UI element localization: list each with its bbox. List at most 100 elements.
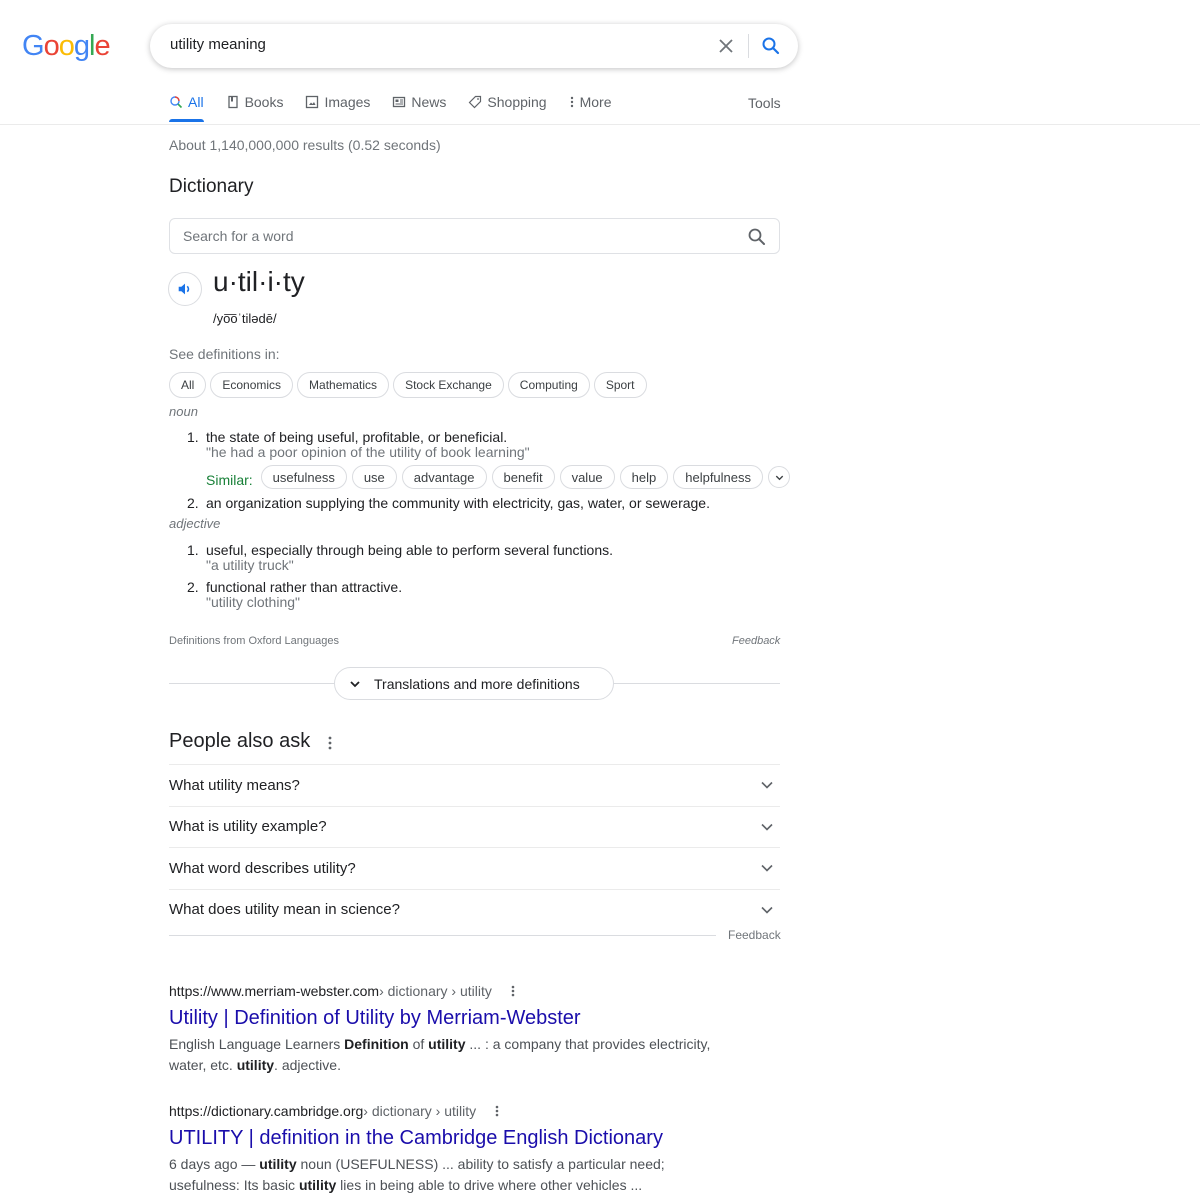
similar-expand-button[interactable] bbox=[768, 466, 791, 488]
definition-number: 2. bbox=[187, 579, 199, 595]
question-text: What is utility example? bbox=[169, 818, 327, 836]
snippet-text: English Language Learners bbox=[169, 1036, 345, 1052]
people-also-ask-list: What utility means? What is utility exam… bbox=[169, 764, 780, 930]
result-stats: About 1,140,000,000 results (0.52 second… bbox=[169, 137, 441, 153]
header-divider bbox=[0, 124, 1200, 125]
question-text: What word describes utility? bbox=[169, 859, 356, 877]
search-icon[interactable] bbox=[747, 227, 767, 247]
part-of-speech-adjective: adjective bbox=[169, 516, 221, 531]
domain-chips: All Economics Mathematics Stock Exchange… bbox=[169, 372, 647, 398]
similar-words: Similar: usefulness use advantage benefi… bbox=[206, 465, 791, 489]
image-icon bbox=[306, 95, 319, 109]
domain-chip-sport[interactable]: Sport bbox=[593, 372, 647, 398]
definition-number: 1. bbox=[187, 542, 199, 558]
similar-chip[interactable]: value bbox=[559, 465, 615, 489]
tab-more[interactable]: More bbox=[569, 90, 612, 114]
similar-chip[interactable]: use bbox=[351, 465, 397, 489]
snippet-highlight: utility bbox=[428, 1036, 466, 1052]
similar-chip[interactable]: benefit bbox=[491, 465, 555, 489]
logo-letter: g bbox=[73, 30, 90, 62]
divider bbox=[169, 935, 716, 936]
result-snippet: English Language Learners Definition of … bbox=[169, 1034, 729, 1076]
close-icon[interactable] bbox=[716, 36, 736, 56]
result-title-link[interactable]: UTILITY | definition in the Cambridge En… bbox=[169, 1125, 729, 1151]
domain-chip-mathematics[interactable]: Mathematics bbox=[297, 372, 390, 398]
google-logo[interactable]: Google bbox=[22, 30, 111, 63]
result-breadcrumb: › dictionary › utility bbox=[363, 1103, 477, 1119]
similar-chip[interactable]: advantage bbox=[401, 465, 487, 489]
result-domain: https://www.merriam-webster.com bbox=[169, 983, 380, 999]
tools-button[interactable]: Tools bbox=[748, 95, 781, 111]
result-title-link[interactable]: Utility | Definition of Utility by Merri… bbox=[169, 1005, 729, 1031]
definition-example: "a utility truck" bbox=[206, 557, 294, 573]
question-text: What does utility mean in science? bbox=[169, 901, 400, 919]
definition: 1. the state of being useful, profitable,… bbox=[187, 429, 507, 445]
similar-chip[interactable]: help bbox=[619, 465, 669, 489]
result-domain: https://dictionary.cambridge.org bbox=[169, 1103, 364, 1119]
search-tabs: All Books Images News Shopping More bbox=[169, 90, 634, 122]
question-item[interactable]: What does utility mean in science? bbox=[169, 888, 780, 931]
result-snippet: 6 days ago — utility noun (USEFULNESS) .… bbox=[169, 1154, 729, 1196]
chevron-down-icon bbox=[775, 475, 783, 480]
search-result: https://dictionary.cambridge.org › dicti… bbox=[169, 1103, 729, 1196]
result-url[interactable]: https://dictionary.cambridge.org › dicti… bbox=[169, 1103, 729, 1119]
definition: 2. functional rather than attractive. bbox=[187, 579, 402, 595]
kebab-icon[interactable] bbox=[510, 984, 516, 998]
search-divider bbox=[748, 34, 749, 58]
tab-label: All bbox=[188, 94, 204, 110]
logo-letter: o bbox=[58, 30, 75, 62]
more-definitions-button[interactable]: Translations and more definitions bbox=[334, 667, 614, 700]
search-result: https://www.merriam-webster.com › dictio… bbox=[169, 983, 729, 1076]
definition-number: 2. bbox=[187, 495, 199, 511]
word-search-input[interactable]: Search for a word bbox=[169, 218, 780, 254]
definition-text: the state of being useful, profitable, o… bbox=[206, 429, 508, 445]
definition-text: an organization supplying the community … bbox=[206, 495, 710, 511]
tab-label: Books bbox=[244, 94, 284, 110]
similar-chip[interactable]: usefulness bbox=[260, 465, 347, 489]
tab-shopping[interactable]: Shopping bbox=[468, 90, 547, 114]
domain-chip-all[interactable]: All bbox=[169, 372, 207, 398]
tab-images[interactable]: Images bbox=[305, 90, 370, 114]
definition-example: "utility clothing" bbox=[206, 594, 300, 610]
see-definitions-label: See definitions in: bbox=[169, 346, 280, 362]
kebab-icon[interactable] bbox=[325, 735, 335, 756]
question-item[interactable]: What utility means? bbox=[169, 764, 780, 806]
definition-number: 1. bbox=[187, 429, 199, 445]
definition-text: functional rather than attractive. bbox=[206, 579, 403, 595]
question-text: What utility means? bbox=[169, 776, 300, 794]
tab-all[interactable]: All bbox=[169, 90, 204, 122]
tag-icon bbox=[469, 95, 482, 109]
pronunciation-button[interactable] bbox=[168, 272, 202, 306]
kebab-icon[interactable] bbox=[494, 1104, 500, 1118]
tab-books[interactable]: Books bbox=[226, 90, 284, 114]
snippet-text: 6 days ago — bbox=[169, 1156, 260, 1172]
book-icon bbox=[227, 95, 238, 109]
search-input[interactable]: utility meaning bbox=[170, 36, 266, 53]
definitions-source[interactable]: Definitions from Oxford Languages bbox=[169, 635, 339, 647]
search-icon[interactable] bbox=[760, 35, 782, 57]
question-item[interactable]: What word describes utility? bbox=[169, 847, 780, 889]
result-breadcrumb: › dictionary › utility bbox=[379, 983, 492, 999]
domain-chip-stock-exchange[interactable]: Stock Exchange bbox=[393, 372, 504, 398]
similar-chip[interactable]: helpfulness bbox=[673, 465, 764, 489]
search-box[interactable]: utility meaning bbox=[150, 24, 798, 68]
tab-label: Shopping bbox=[487, 94, 547, 110]
result-url[interactable]: https://www.merriam-webster.com › dictio… bbox=[169, 983, 729, 999]
dictionary-feedback-link[interactable]: Feedback bbox=[732, 635, 780, 647]
snippet-highlight: utility bbox=[236, 1057, 275, 1073]
snippet-highlight: Definition bbox=[344, 1036, 409, 1052]
definition: 1. useful, especially through being able … bbox=[187, 542, 613, 558]
kebab-icon bbox=[570, 96, 573, 108]
search-icon bbox=[170, 96, 183, 109]
dictionary-title: Dictionary bbox=[169, 176, 254, 197]
snippet-text: lies in being able to drive where other … bbox=[336, 1177, 643, 1193]
domain-chip-economics[interactable]: Economics bbox=[210, 372, 294, 398]
domain-chip-computing[interactable]: Computing bbox=[507, 372, 590, 398]
logo-letter: G bbox=[22, 30, 45, 62]
news-icon bbox=[393, 96, 406, 108]
tab-news[interactable]: News bbox=[392, 90, 446, 114]
question-item[interactable]: What is utility example? bbox=[169, 805, 780, 848]
tab-label: More bbox=[579, 94, 612, 110]
paa-feedback-link[interactable]: Feedback bbox=[728, 928, 781, 942]
definition-text: useful, especially through being able to… bbox=[206, 542, 614, 558]
